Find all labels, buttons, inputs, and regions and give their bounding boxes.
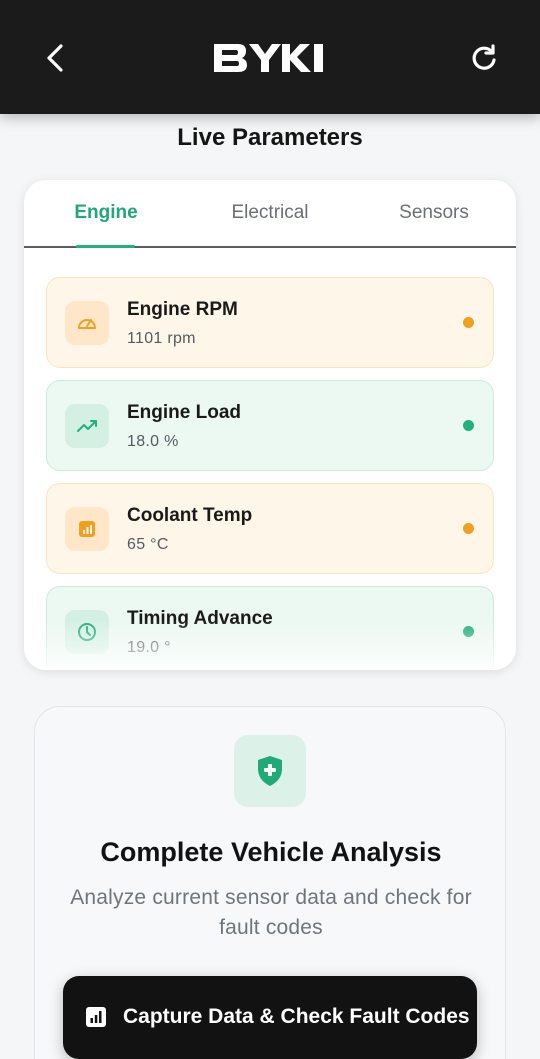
refresh-icon [472, 44, 496, 70]
app-header [0, 0, 540, 114]
parameter-card-engine-rpm[interactable]: Engine RPM 1101 rpm [46, 277, 494, 368]
bar-chart-icon [65, 507, 109, 551]
parameter-name: Timing Advance [127, 608, 273, 629]
parameter-card-coolant-temp[interactable]: Coolant Temp 65 °C [46, 483, 494, 574]
capture-data-button[interactable]: Capture Data & Check Fault Codes [63, 976, 477, 1059]
parameter-card-engine-load[interactable]: Engine Load 18.0 % [46, 380, 494, 471]
parameter-name: Coolant Temp [127, 505, 253, 526]
parameter-tabs: Engine Electrical Sensors [24, 180, 516, 248]
active-tab-indicator [76, 245, 135, 248]
back-button[interactable] [40, 40, 72, 76]
clock-icon [65, 610, 109, 654]
parameter-value: 1101 rpm [127, 330, 196, 347]
status-indicator [463, 523, 474, 534]
trending-up-icon [65, 404, 109, 448]
parameter-card-timing-advance[interactable]: Timing Advance 19.0 ° [46, 586, 494, 670]
status-indicator [463, 626, 474, 637]
gauge-icon [65, 301, 109, 345]
capture-button-label: Capture Data & Check Fault Codes [123, 1005, 470, 1028]
chevron-left-icon [47, 44, 63, 72]
tab-engine[interactable]: Engine [64, 200, 148, 248]
status-indicator [463, 317, 474, 328]
parameter-value: 65 °C [127, 536, 169, 553]
refresh-button[interactable] [466, 40, 502, 76]
parameter-name: Engine RPM [127, 299, 238, 320]
shield-plus-icon [234, 735, 306, 807]
status-indicator [463, 420, 474, 431]
parameter-value: 18.0 % [127, 433, 179, 450]
parameter-value: 19.0 ° [127, 639, 171, 656]
live-parameters-panel: Engine Electrical Sensors Engine RPM 110… [24, 180, 516, 670]
bar-chart-icon [86, 1007, 106, 1027]
analysis-description: Analyze current sensor data and check fo… [70, 886, 472, 939]
byki-logo [212, 40, 328, 76]
tab-sensors[interactable]: Sensors [388, 200, 480, 248]
analysis-title: Complete Vehicle Analysis [100, 837, 442, 867]
page-title: Live Parameters [177, 124, 363, 151]
parameter-name: Engine Load [127, 402, 241, 423]
tab-electrical[interactable]: Electrical [220, 200, 320, 248]
